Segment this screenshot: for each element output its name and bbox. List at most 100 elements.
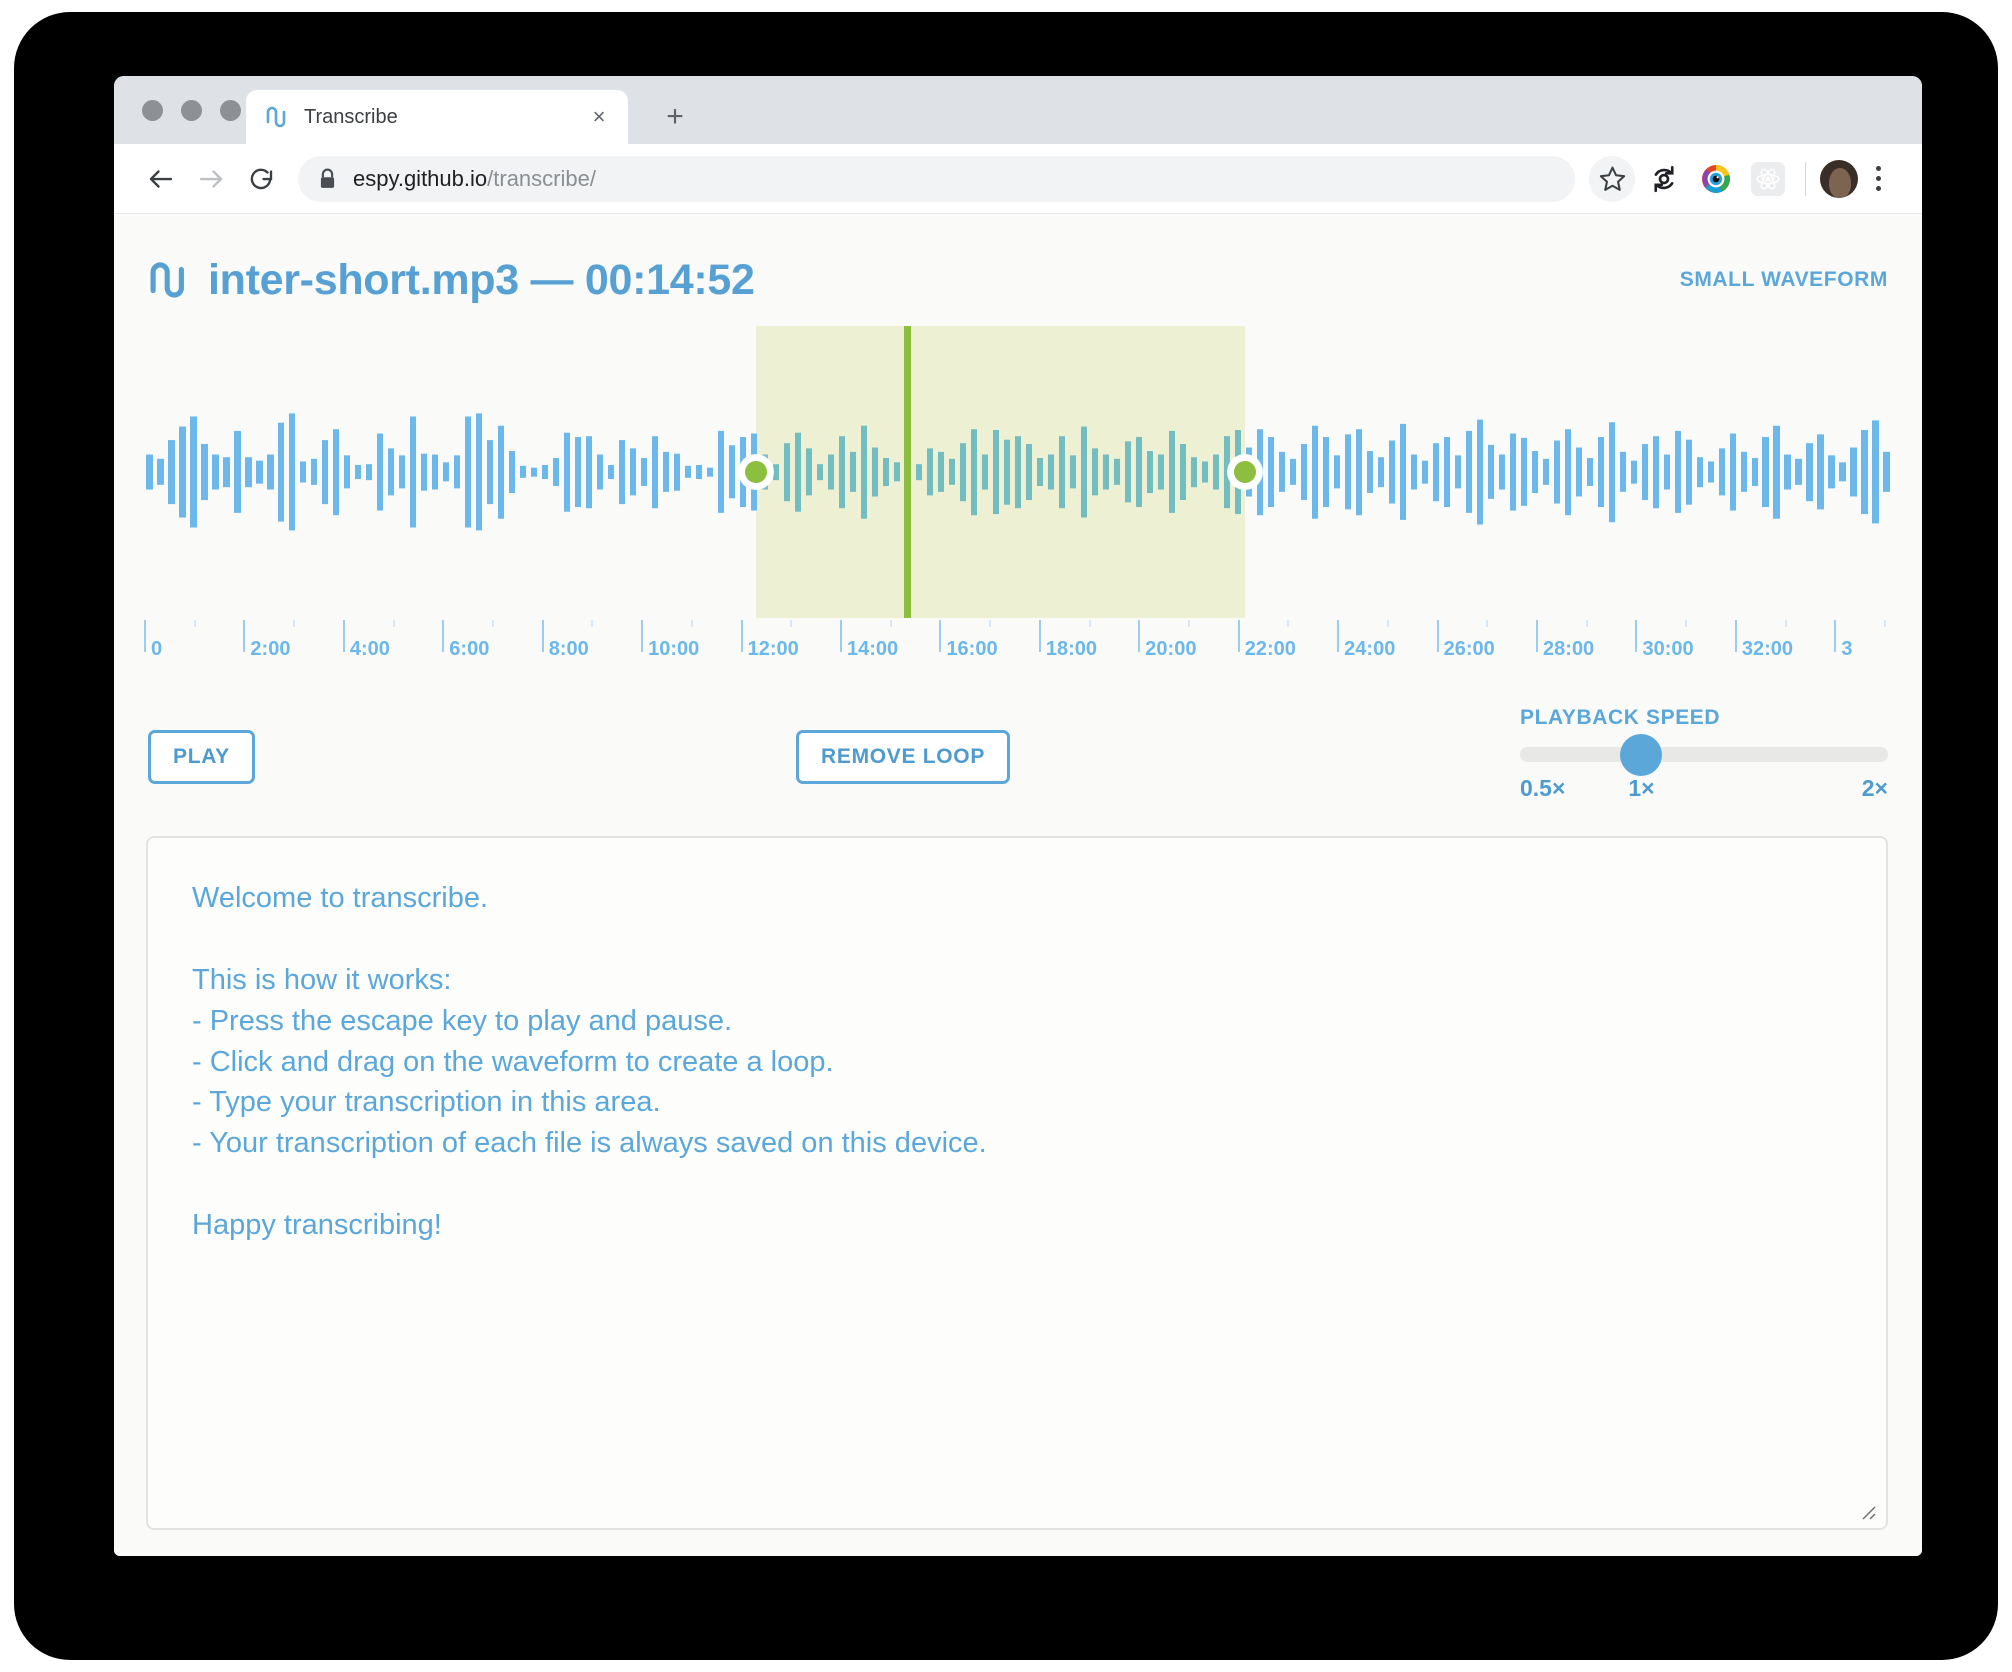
waveform-bar <box>937 452 945 492</box>
url-path: /transcribe/ <box>487 165 596 191</box>
waveform-bar <box>1443 436 1450 508</box>
tab-transcribe[interactable]: Transcribe × <box>246 90 628 144</box>
waveform-bar <box>959 442 967 502</box>
waveform-bar <box>981 454 989 490</box>
waveform-bar <box>465 416 472 528</box>
waveform-bar <box>1465 431 1472 513</box>
waveform-bar <box>1663 454 1670 490</box>
loop-end-handle[interactable] <box>1228 455 1263 489</box>
transcription-text: Welcome to transcribe. This is how it wo… <box>192 882 987 1241</box>
waveform-bar <box>1135 436 1142 508</box>
waveform-bar <box>1113 459 1121 485</box>
waveform-bar <box>300 461 307 483</box>
lock-icon <box>318 168 337 190</box>
waveform-bar <box>970 428 978 516</box>
browser-window: Transcribe × + espy.github.io/transcribe… <box>114 76 1922 1556</box>
waveform-bar <box>1751 457 1758 487</box>
reload-icon[interactable] <box>236 154 286 204</box>
waveform-bar <box>1597 436 1604 508</box>
waveform-bar <box>630 448 637 496</box>
playhead[interactable] <box>904 326 912 618</box>
waveform-bar <box>531 467 538 477</box>
loop-start-handle[interactable] <box>738 455 773 489</box>
waveform-bar <box>1817 434 1824 510</box>
speed-mid-label: 1× <box>1628 775 1655 801</box>
playback-speed-ticks: 0.5× 1× 2× <box>1520 775 1888 803</box>
app-page: inter-short.mp3 — 00:14:52 SMALL WAVEFOR… <box>114 214 1922 1556</box>
playback-speed-slider[interactable] <box>1520 733 1888 776</box>
chrome-menu-icon[interactable] <box>1858 166 1898 191</box>
tab-strip: Transcribe × + <box>114 76 1922 144</box>
timeline-tick-label: 12:00 <box>747 638 799 660</box>
sync-extension-icon[interactable] <box>1641 156 1687 202</box>
playback-speed-control: PLAYBACK SPEED 0.5× 1× 2× <box>1520 706 1888 803</box>
close-window-button[interactable] <box>142 100 163 121</box>
waveform-bar <box>1553 440 1560 504</box>
timeline-minor-tick <box>1585 620 1588 627</box>
speed-max-label: 2× <box>1861 775 1888 801</box>
play-button[interactable]: PLAY <box>148 730 255 784</box>
waveform-bar <box>355 464 362 480</box>
waveform-bar <box>1487 445 1494 499</box>
timeline-minor-tick <box>1486 620 1489 627</box>
timeline-tick-label: 18:00 <box>1045 638 1098 660</box>
waveform-bar <box>608 464 615 480</box>
timeline-tick-label: 14:00 <box>847 638 899 660</box>
resize-handle-icon[interactable] <box>1854 1498 1878 1522</box>
timeline-minor-tick <box>1287 620 1290 627</box>
waveform-bar <box>1674 431 1681 513</box>
waveform-bar <box>1806 442 1813 502</box>
waveform-bar <box>1718 448 1725 496</box>
waveform-bar <box>1179 443 1186 501</box>
waveform-bar <box>1531 450 1538 494</box>
maximize-window-button[interactable] <box>220 100 241 121</box>
waveform-bar <box>520 466 527 478</box>
waveform-bar <box>1861 429 1868 515</box>
forward-icon[interactable] <box>186 154 236 204</box>
waveform[interactable] <box>144 326 1892 618</box>
timeline-tick-label: 6:00 <box>449 638 490 660</box>
avatar[interactable] <box>1820 159 1858 198</box>
playback-speed-thumb[interactable] <box>1620 733 1663 776</box>
remove-loop-button[interactable]: REMOVE LOOP <box>796 730 1011 784</box>
url-host: espy.github.io <box>353 165 488 191</box>
waveform-bar <box>1355 428 1362 516</box>
timeline-minor-tick <box>392 620 395 627</box>
back-icon[interactable] <box>136 154 186 204</box>
waveform-bar <box>806 448 813 496</box>
waveform-bar <box>729 445 736 499</box>
waveform-bar <box>1784 454 1791 490</box>
timeline-minor-tick <box>492 620 494 627</box>
bookmark-star-icon[interactable] <box>1589 155 1635 202</box>
timeline-tick-label: 22:00 <box>1244 638 1296 660</box>
timeline-minor-tick <box>1685 620 1688 627</box>
small-waveform-link[interactable]: SMALL WAVEFORM <box>1680 268 1888 292</box>
timeline-tick-label: 0 <box>151 638 163 660</box>
waveform-bar <box>1124 441 1131 503</box>
waveform-bar <box>1399 424 1406 520</box>
waveform-bars[interactable] <box>144 326 1892 618</box>
waveform-bar <box>1520 438 1527 506</box>
timeline-minor-tick <box>293 620 296 627</box>
react-devtools-extension-icon[interactable] <box>1745 156 1791 202</box>
close-icon[interactable]: × <box>586 104 612 130</box>
window-traffic-lights[interactable] <box>142 100 241 121</box>
timeline-tick-label: 28:00 <box>1543 638 1595 660</box>
timeline-tick-label: 20:00 <box>1145 638 1197 660</box>
transcription-textarea[interactable]: Welcome to transcribe. This is how it wo… <box>146 836 1888 1530</box>
timeline-minor-tick <box>591 620 594 627</box>
minimize-window-button[interactable] <box>181 100 202 121</box>
browser-toolbar: espy.github.io/transcribe/ <box>114 144 1922 214</box>
waveform-bar <box>168 439 175 505</box>
waveform-bar <box>1476 419 1483 525</box>
waveform-bar <box>1366 450 1373 494</box>
tab-title: Transcribe <box>304 105 398 128</box>
waveform-bar <box>619 439 626 505</box>
waveform-bar <box>1333 455 1340 489</box>
timeline-minor-tick <box>889 620 892 627</box>
chrome-eye-extension-icon[interactable] <box>1693 156 1739 202</box>
address-bar[interactable]: espy.github.io/transcribe/ <box>298 155 1575 202</box>
waveform-bar <box>1201 461 1208 483</box>
waveform-bar <box>399 455 406 489</box>
new-tab-button[interactable]: + <box>656 98 694 136</box>
